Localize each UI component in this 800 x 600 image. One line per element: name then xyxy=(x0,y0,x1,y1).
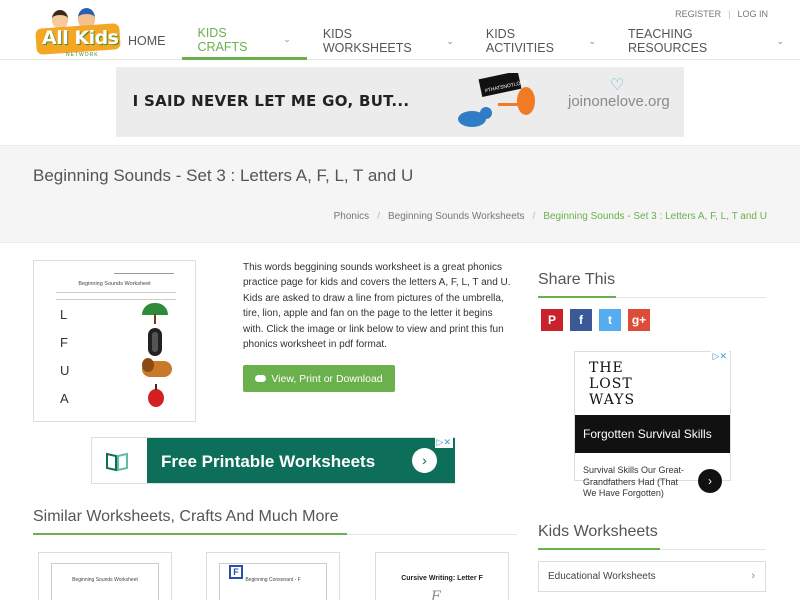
chevron-right-icon[interactable]: › xyxy=(412,448,437,473)
share-title: Share This xyxy=(538,271,616,288)
ad-dark-label: Forgotten Survival Skills xyxy=(583,427,712,441)
logo-kid-art xyxy=(52,10,68,28)
breadcrumb-separator: / xyxy=(532,211,536,222)
nav-item-label: HOME xyxy=(128,34,166,48)
book-icon xyxy=(106,452,128,472)
main-nav: HOME KIDS CRAFTS ⌄ KIDS WORKSHEETS ⌄ KIDS … xyxy=(112,22,800,60)
site-logo[interactable]: All Kids NETWORK xyxy=(35,6,122,58)
twitter-icon[interactable]: t xyxy=(599,309,621,331)
page-title: Beginning Sounds - Set 3 : Letters A, F,… xyxy=(33,166,414,185)
lion-image xyxy=(142,358,172,377)
chevron-down-icon: ⌄ xyxy=(588,35,597,46)
orange-character xyxy=(517,87,535,115)
worksheet-thumbnail[interactable]: Beginning Sounds Worksheet L F U A xyxy=(33,260,196,422)
apple-image xyxy=(148,384,164,407)
ad-text: Survival Skills Our Great-Grandfathers H… xyxy=(583,465,685,498)
sidebar-item-educational-worksheets[interactable]: Educational Worksheets › xyxy=(538,561,766,592)
register-link[interactable]: REGISTER xyxy=(675,9,721,19)
view-print-download-button[interactable]: View, Print or Download xyxy=(243,365,395,392)
similar-section-title: Similar Worksheets, Crafts And Much More xyxy=(33,508,339,525)
blue-character-head xyxy=(480,107,492,119)
sidebar-ad[interactable]: THE LOST WAYS ▷✕ Forgotten Survival Skil… xyxy=(574,351,731,498)
account-links: REGISTER | LOG IN xyxy=(675,9,768,19)
adchoices-icon[interactable]: ▷✕ xyxy=(710,351,729,362)
chevron-down-icon: ⌄ xyxy=(776,35,784,46)
breadcrumb-link[interactable]: Beginning Sounds Worksheets xyxy=(388,211,525,222)
worksheet-description: This words beggining sounds worksheet is… xyxy=(243,262,511,351)
ad-body: Free Printable Worksheets › xyxy=(147,438,455,483)
breadcrumb-link[interactable]: Phonics xyxy=(334,211,370,222)
similar-card[interactable]: Beginning Sounds Worksheet xyxy=(38,552,172,600)
kids-worksheets-title: Kids Worksheets xyxy=(538,523,658,540)
cursive-letter: F xyxy=(431,589,441,600)
instruction-lines xyxy=(56,292,176,300)
orange-arm xyxy=(498,103,522,106)
umbrella-image xyxy=(142,303,168,324)
card-caption: Beginning Consonant - F xyxy=(245,577,301,583)
nav-item-label: KIDS ACTIVITIES xyxy=(485,27,554,55)
nav-item-label: KIDS CRAFTS xyxy=(197,25,248,54)
tire-image xyxy=(148,328,162,356)
section-underline xyxy=(538,296,616,298)
worksheet-letter: L xyxy=(60,307,68,322)
nav-item-kids-activities[interactable]: KIDS ACTIVITIES ⌄ xyxy=(470,22,612,60)
section-divider xyxy=(347,534,517,535)
similar-card[interactable]: F Beginning Consonant - F xyxy=(206,552,340,600)
card-caption: Cursive Writing: Letter F xyxy=(401,575,483,582)
banner-ad[interactable]: I SAID NEVER LET ME GO, BUT... #THATSNOT… xyxy=(116,67,684,137)
ad-headline: Free Printable Worksheets xyxy=(161,452,376,471)
worksheets-ad[interactable]: Free Printable Worksheets › ▷✕ xyxy=(91,437,455,484)
chevron-right-icon: › xyxy=(751,570,755,582)
breadcrumb: Phonics / Beginning Sounds Worksheets / Begi… xyxy=(334,211,767,222)
chevron-right-icon[interactable]: › xyxy=(698,469,722,493)
book-title-line: WAYS xyxy=(589,392,636,408)
banner-headline: I SAID NEVER LET ME GO, BUT... xyxy=(132,92,410,110)
button-label: View, Print or Download xyxy=(271,372,383,385)
name-line xyxy=(114,273,174,274)
chevron-down-icon: ⌄ xyxy=(283,34,291,44)
ad-dark-banner: Forgotten Survival Skills xyxy=(575,415,730,453)
worksheet-thumb-title: Beginning Sounds Worksheet xyxy=(78,281,151,287)
logo-text: All Kids xyxy=(42,27,119,49)
heart-icon: ♡ xyxy=(610,77,625,94)
book-title-line: THE xyxy=(589,360,624,376)
nav-item-teaching-resources[interactable]: TEACHING RESOURCES ⌄ xyxy=(612,22,800,60)
banner-brand: ♡ joinonelove.org xyxy=(568,77,670,110)
adchoices-icon[interactable]: ▷✕ xyxy=(434,437,453,448)
divider: | xyxy=(728,9,731,19)
section-underline xyxy=(33,533,347,535)
breadcrumb-separator: / xyxy=(377,211,380,222)
title-band: Beginning Sounds - Set 3 : Letters A, F,… xyxy=(0,145,800,243)
similar-card[interactable]: Cursive Writing: Letter F F xyxy=(375,552,509,600)
facebook-icon[interactable]: f xyxy=(570,309,592,331)
site-header: All Kids NETWORK REGISTER | LOG IN HOME KI… xyxy=(0,0,800,60)
nav-item-label: TEACHING RESOURCES xyxy=(628,27,708,55)
pinterest-icon[interactable]: P xyxy=(541,309,563,331)
banner-brand-text: joinonelove.org xyxy=(568,93,670,110)
book-title-line: LOST xyxy=(589,376,633,392)
section-divider xyxy=(660,549,766,550)
nav-item-label: KIDS WORKSHEETS xyxy=(322,27,412,55)
worksheet-letter: U xyxy=(60,363,70,378)
nav-item-home[interactable]: HOME xyxy=(112,22,182,60)
nav-item-kids-worksheets[interactable]: KIDS WORKSHEETS ⌄ xyxy=(307,22,470,60)
breadcrumb-current: Beginning Sounds - Set 3 : Letters A, F,… xyxy=(543,211,767,222)
logo-subtitle: NETWORK xyxy=(66,52,99,58)
worksheet-letter: F xyxy=(60,335,68,350)
worksheet-letter: A xyxy=(60,391,69,406)
cloud-download-icon xyxy=(255,375,267,382)
login-link[interactable]: LOG IN xyxy=(737,9,768,19)
google-plus-icon[interactable]: g+ xyxy=(628,309,650,331)
sidebar-item-label: Educational Worksheets xyxy=(548,571,656,582)
ad-book-title: THE LOST WAYS xyxy=(589,360,635,408)
card-caption: Beginning Sounds Worksheet xyxy=(72,577,138,583)
banner-illustration: #THATSNOTLOVE xyxy=(458,73,535,127)
section-underline xyxy=(538,548,660,550)
section-divider xyxy=(616,297,766,298)
chevron-down-icon: ⌄ xyxy=(446,35,454,46)
nav-item-kids-crafts[interactable]: KIDS CRAFTS ⌄ xyxy=(181,22,307,60)
